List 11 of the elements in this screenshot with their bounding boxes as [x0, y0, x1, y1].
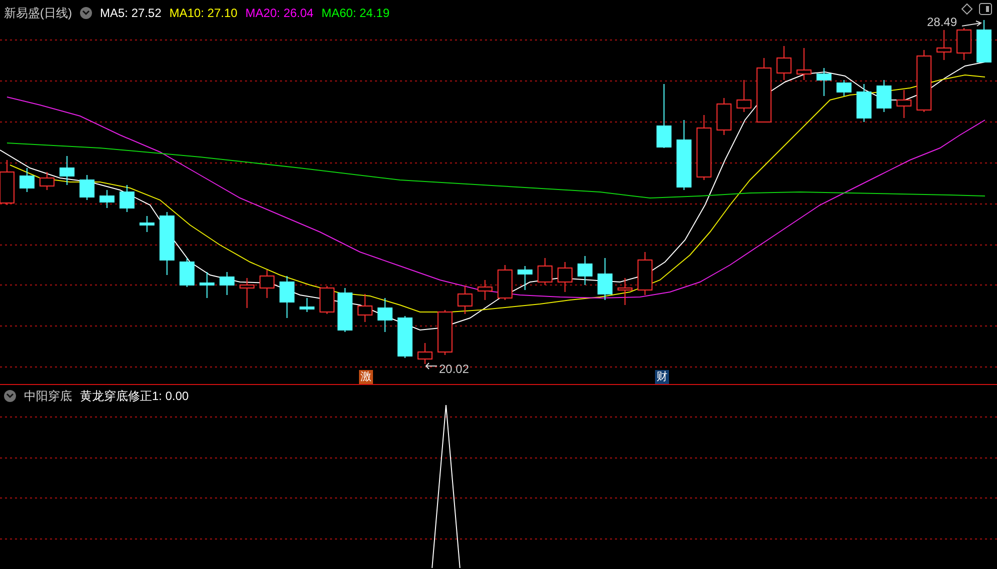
signal-marker: 财 — [655, 370, 669, 384]
high-price-label: 28.49 — [927, 14, 958, 31]
moving-average-label: MA60: 24.19 — [321, 5, 390, 22]
stock-title: 新易盛(日线) — [4, 5, 72, 22]
signal-marker: 激 — [359, 370, 373, 384]
moving-average-label: MA10: 27.10 — [169, 5, 238, 22]
indicator-name: 中阳穿底 — [24, 388, 72, 405]
moving-average-label: MA5: 27.52 — [100, 5, 162, 22]
low-price-label: 20.02 — [439, 361, 470, 378]
moving-average-label: MA20: 26.04 — [245, 5, 314, 22]
indicator-reading: 黄龙穿底修正1: 0.00 — [80, 388, 189, 405]
